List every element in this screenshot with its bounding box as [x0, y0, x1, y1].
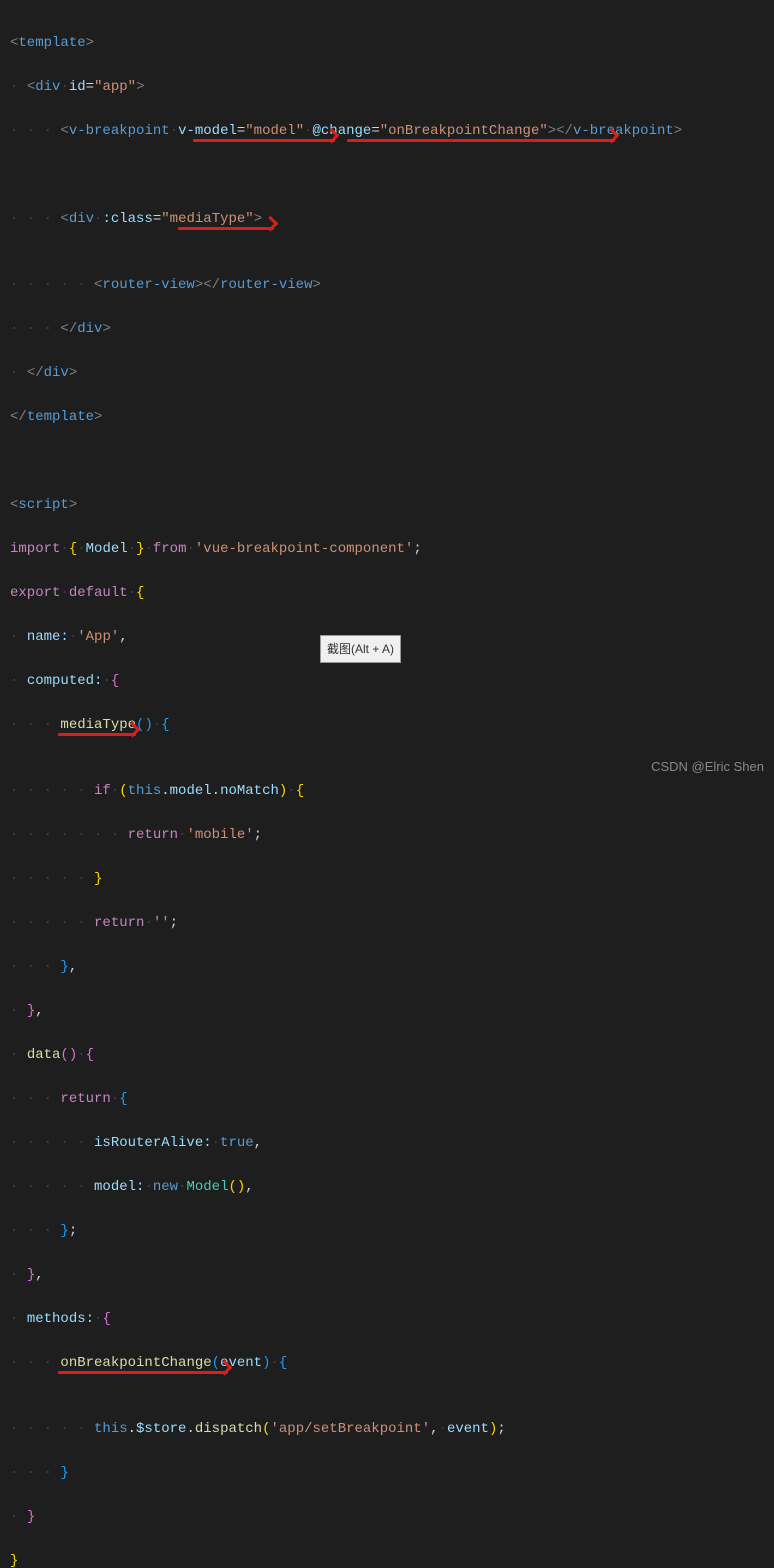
underline-change: [347, 139, 615, 142]
code-editor[interactable]: <template> · <div·id="app"> · · · <v-bre…: [0, 0, 774, 1568]
underline-onbreakpoint: [58, 1371, 228, 1374]
template-open: template: [18, 35, 85, 51]
screenshot-tooltip: 截图(Alt + A): [320, 635, 401, 663]
underline-mediatype: [178, 227, 274, 230]
underline-vmodel: [193, 139, 335, 142]
underline-mediatype-func: [58, 733, 136, 736]
watermark: CSDN @Elric Shen: [651, 756, 764, 778]
